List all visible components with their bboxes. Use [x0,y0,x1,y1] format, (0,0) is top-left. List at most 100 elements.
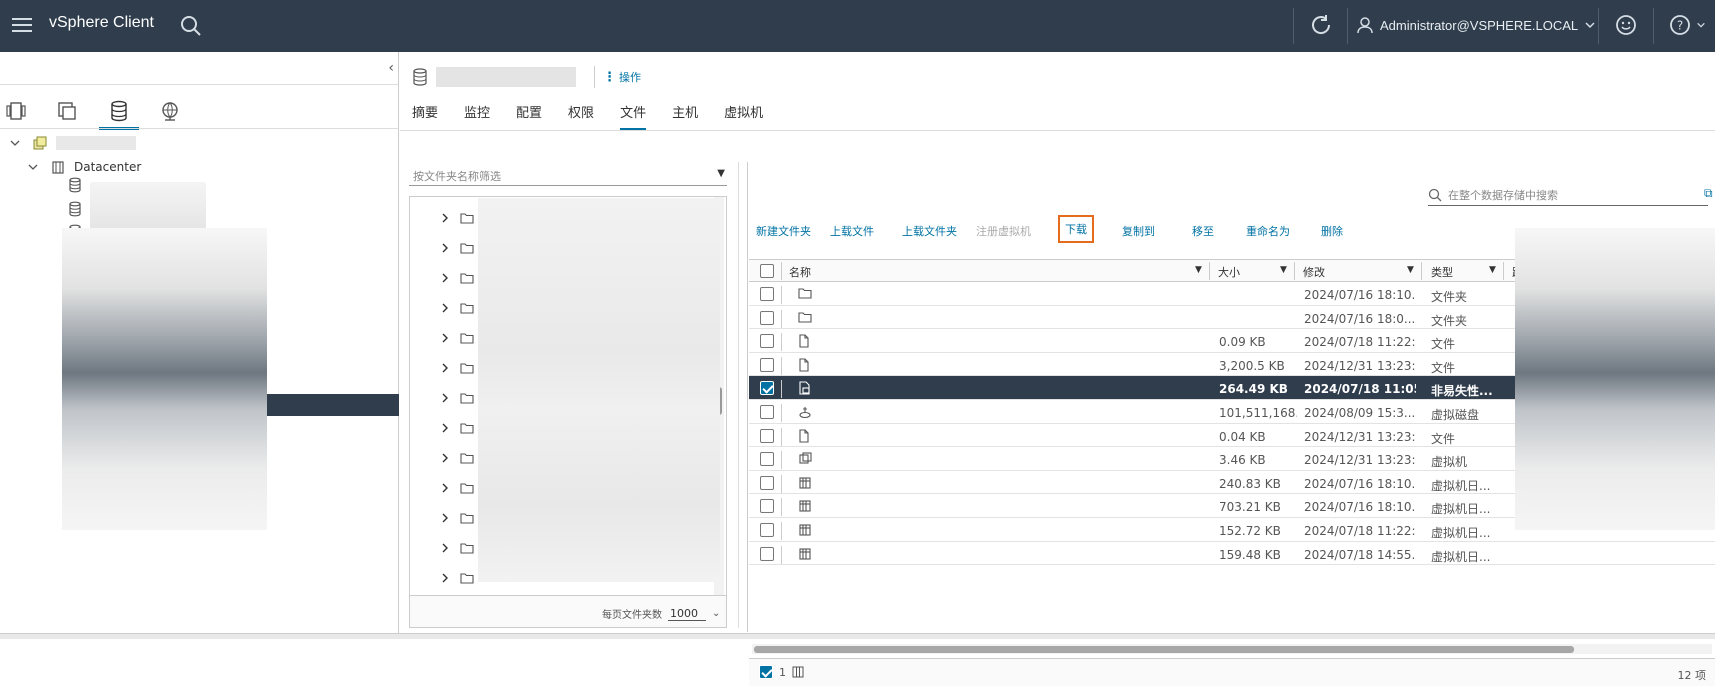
folder-tree-row[interactable] [440,233,474,263]
folder-tree-row[interactable] [440,203,474,233]
refresh-icon[interactable] [1308,12,1334,38]
table-row[interactable]: 159.48 KB 2024/07/18 14:55... 虚拟机日... [749,542,1715,566]
filter-icon[interactable]: ▼ [1280,265,1287,275]
tree-node-datacenter[interactable]: Datacenter [28,156,141,178]
tab-0[interactable]: 摘要 [412,102,447,127]
grid-horizontal-scrollbar[interactable] [752,644,1712,654]
column-header-type[interactable]: 类型 [1431,264,1453,280]
filter-icon[interactable]: ▼ [1489,265,1496,275]
column-header-name[interactable]: 名称 [789,264,811,280]
tab-3[interactable]: 权限 [568,102,603,127]
column-header-size[interactable]: 大小 [1218,264,1240,280]
tree-node-datastore[interactable] [68,174,82,196]
chevron-right-icon[interactable] [440,332,450,344]
filter-icon[interactable]: ▼ [717,168,725,179]
folder-tree-row[interactable] [440,323,474,353]
actions-menu[interactable]: ⋮ 操作 [603,69,641,85]
redacted-folder-names [478,198,720,582]
folder-icon [460,273,474,284]
column-divider [781,498,782,517]
chevron-right-icon[interactable] [440,392,450,404]
scrollbar-thumb[interactable] [754,646,1574,653]
folder-tree-row[interactable] [440,293,474,323]
row-checkbox[interactable] [760,310,774,325]
page-size-select[interactable]: 1000 [668,607,706,621]
chevron-right-icon[interactable] [440,512,450,524]
chevron-right-icon[interactable] [440,272,450,284]
row-checkbox[interactable] [760,523,774,537]
tab-1[interactable]: 监控 [464,102,499,127]
row-checkbox[interactable] [760,546,774,561]
feedback-smile-icon[interactable] [1613,12,1639,38]
chevron-right-icon[interactable] [440,212,450,224]
row-checkbox[interactable] [760,334,774,349]
storage-tab-icon[interactable] [99,96,139,130]
row-checkbox[interactable] [760,452,774,467]
datastore-search-input[interactable]: 在整个数据存储中搜索 [1428,184,1708,206]
column-toggle-icon[interactable] [792,666,804,678]
rename-button[interactable]: 重命名为 [1246,223,1290,239]
vms-templates-tab-icon[interactable] [53,96,81,126]
download-button[interactable]: 下载 [1058,215,1094,243]
copy-to-button[interactable]: 复制到 [1122,223,1155,239]
app-brand[interactable]: vSphere Client [49,14,154,32]
tab-5[interactable]: 主机 [672,102,707,127]
selected-checkbox-indicator[interactable] [759,665,773,679]
tab-2[interactable]: 配置 [516,102,551,127]
row-checkbox[interactable] [760,381,774,396]
row-checkbox[interactable] [760,405,774,419]
tab-4[interactable]: 文件 [620,102,655,131]
tab-6[interactable]: 虚拟机 [724,102,772,127]
folder-tree-row[interactable] [440,443,474,473]
filter-icon[interactable]: ▼ [1407,265,1414,275]
pop-out-icon[interactable]: ⧉ [1704,186,1713,201]
select-all-checkbox[interactable] [760,264,774,278]
chevron-down-icon[interactable] [10,138,20,148]
menu-icon[interactable] [10,14,34,38]
collapse-panel-icon[interactable]: ‹ [388,60,394,76]
delete-button[interactable]: 删除 [1321,223,1343,239]
row-checkbox[interactable] [760,428,774,443]
column-header-modified[interactable]: 修改 [1303,264,1325,280]
chevron-right-icon[interactable] [440,242,450,254]
folder-tree-row[interactable] [440,413,474,443]
tree-node-datastore[interactable] [68,198,82,220]
upload-folder-button[interactable]: 上载文件夹 [902,223,957,239]
upload-file-button[interactable]: 上载文件 [830,223,874,239]
folder-tree-row[interactable] [440,533,474,563]
folder-tree-row[interactable] [440,503,474,533]
filter-icon[interactable]: ▼ [1195,265,1202,275]
user-menu[interactable]: Administrator@VSPHERE.LOCAL [1356,13,1596,37]
row-checkbox[interactable] [760,287,774,301]
help-menu[interactable]: ? [1668,12,1708,38]
hosts-clusters-tab-icon[interactable] [2,96,30,126]
chevron-right-icon[interactable] [440,542,450,554]
register-vm-button[interactable]: 注册虚拟机 [976,223,1031,239]
tree-node-vcenter[interactable] [10,132,136,154]
chevron-right-icon[interactable] [440,302,450,314]
folder-filter-input[interactable]: 按文件夹名称筛选 ▼ [409,162,727,186]
folder-tree-row[interactable] [440,383,474,413]
folder-tree-row[interactable] [440,563,474,593]
networking-tab-icon[interactable] [156,96,184,126]
chevron-right-icon[interactable] [440,422,450,434]
search-icon[interactable] [179,14,203,38]
row-checkbox[interactable] [760,499,774,514]
chevron-down-icon[interactable] [28,162,38,172]
move-to-button[interactable]: 移至 [1192,223,1214,239]
folder-tree-row[interactable] [440,353,474,383]
chevron-down-icon[interactable]: ⌄ [712,608,720,619]
chevron-right-icon[interactable] [440,452,450,464]
row-checkbox[interactable] [760,357,774,372]
chevron-right-icon[interactable] [440,482,450,494]
row-checkbox[interactable] [760,475,774,490]
bottom-task-bar[interactable] [0,633,1715,639]
folder-tree-row[interactable] [440,263,474,293]
pane-splitter[interactable] [738,162,739,628]
page-size-control[interactable]: 每页文件夹数 1000 ⌄ [602,606,720,622]
chevron-right-icon[interactable] [440,572,450,584]
folder-tree-row[interactable] [440,473,474,503]
chevron-right-icon[interactable] [440,362,450,374]
cell-type: 虚拟机日... [1431,478,1491,493]
new-folder-button[interactable]: 新建文件夹 [756,223,811,239]
